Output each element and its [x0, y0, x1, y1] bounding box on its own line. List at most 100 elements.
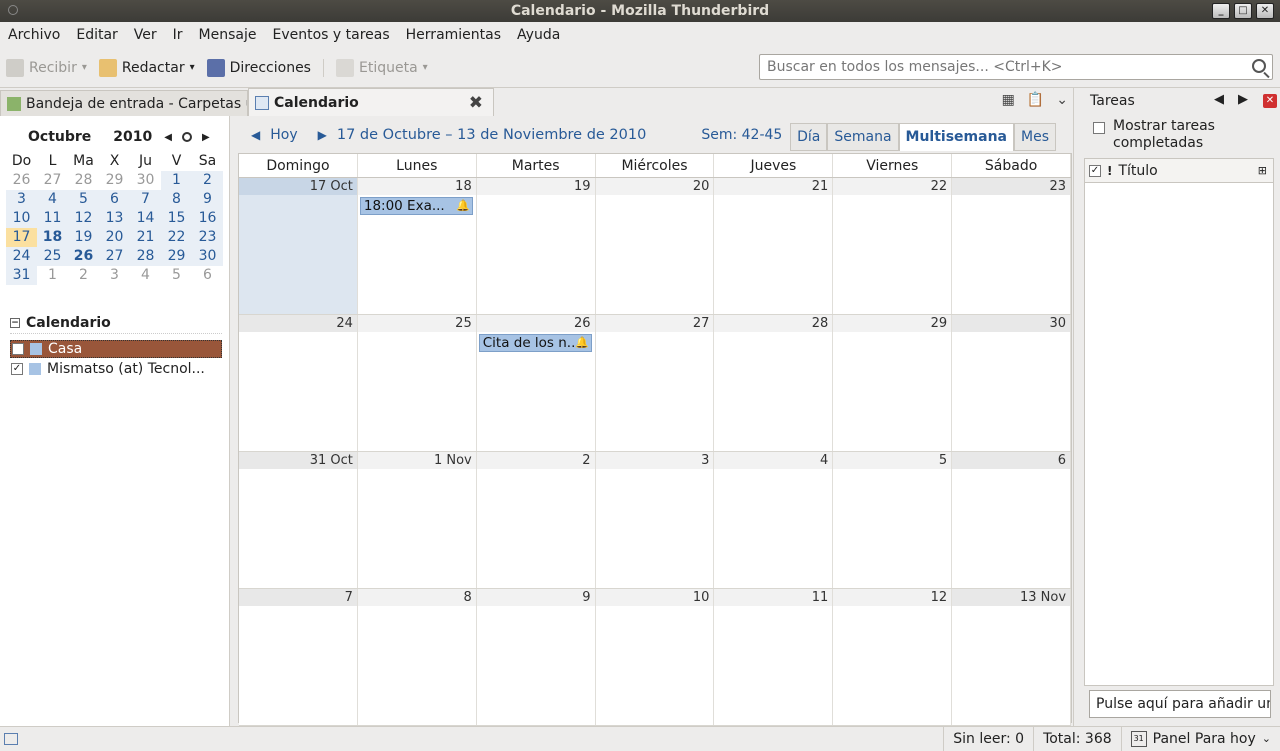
mini-month-day[interactable]: 11 [37, 209, 68, 228]
day-cell[interactable]: 23 [952, 178, 1072, 314]
prev-period-icon[interactable]: ◀ [251, 128, 260, 142]
day-cell[interactable]: 3 [595, 452, 715, 588]
mini-month-day[interactable]: 26 [68, 247, 99, 266]
status-icon[interactable] [4, 732, 18, 745]
calendar-event[interactable]: Cita de los n... 🔔 [478, 334, 592, 352]
menu-editar[interactable]: Editar [76, 27, 117, 43]
mini-month-day[interactable]: 28 [130, 247, 161, 266]
show-completed-checkbox[interactable] [1093, 122, 1105, 134]
mini-month-day[interactable]: 30 [192, 247, 223, 266]
tab-month[interactable]: Mes [1014, 123, 1056, 151]
mini-month-day[interactable]: 20 [99, 228, 130, 247]
close-tab-icon[interactable]: ✖ [469, 93, 483, 113]
address-book-button[interactable]: Direcciones [206, 58, 311, 77]
mini-month-day[interactable]: 26 [6, 171, 37, 190]
collapse-icon[interactable]: − [10, 317, 20, 328]
calendar-item-mismatso[interactable]: ✓ Mismatso (at) Tecnol... [10, 360, 222, 378]
day-cell[interactable]: 26 Cita de los n... 🔔 [476, 315, 596, 451]
mini-month-day[interactable]: 28 [68, 171, 99, 190]
mini-month-day[interactable]: 16 [192, 209, 223, 228]
mini-month-day[interactable]: 30 [130, 171, 161, 190]
mini-month-day[interactable]: 2 [68, 266, 99, 285]
calendar-checkbox[interactable] [12, 343, 24, 355]
mini-month-day[interactable]: 3 [99, 266, 130, 285]
mini-month-day[interactable]: 18 [37, 228, 68, 247]
today-circle-icon[interactable] [181, 132, 192, 142]
mini-month-day[interactable]: 22 [161, 228, 192, 247]
day-cell[interactable]: 30 [952, 315, 1072, 451]
completed-column-icon[interactable]: ✓ [1089, 164, 1101, 177]
menu-mensaje[interactable]: Mensaje [199, 27, 257, 43]
day-cell[interactable]: 7 [239, 589, 358, 725]
day-cell[interactable]: 9 [476, 589, 596, 725]
day-cell[interactable]: 12 [833, 589, 953, 725]
calendar-view-icon[interactable]: ▦ [1002, 92, 1015, 108]
mini-month-day[interactable]: 6 [99, 190, 130, 209]
mini-month-day[interactable]: 12 [68, 209, 99, 228]
mini-month-day[interactable]: 24 [6, 247, 37, 266]
day-cell[interactable]: 31 Oct [239, 452, 358, 588]
day-cell[interactable]: 29 [833, 315, 953, 451]
menu-ayuda[interactable]: Ayuda [517, 27, 560, 43]
tab-inbox[interactable]: Bandeja de entrada - Carpetas u... [0, 90, 248, 116]
task-view-icon[interactable]: 📋 [1027, 92, 1044, 108]
mini-month-day[interactable]: 25 [37, 247, 68, 266]
search-icon[interactable] [1252, 59, 1266, 73]
day-cell[interactable]: 25 [357, 315, 477, 451]
maximize-button[interactable]: □ [1234, 3, 1252, 19]
mini-month-name[interactable]: Octubre [28, 129, 91, 145]
menu-ir[interactable]: Ir [173, 27, 183, 43]
mini-month-day[interactable]: 7 [130, 190, 161, 209]
tab-calendar[interactable]: Calendario ✖ [248, 88, 494, 116]
get-mail-button[interactable]: Recibir ▾ [6, 58, 87, 77]
day-cell[interactable]: 2 [476, 452, 596, 588]
tab-day[interactable]: Día [790, 123, 828, 151]
prev-month-icon[interactable]: ◀ [164, 132, 172, 143]
day-cell[interactable]: 21 [714, 178, 834, 314]
day-cell[interactable]: 11 [714, 589, 834, 725]
mini-month-day[interactable]: 3 [6, 190, 37, 209]
calendar-checkbox[interactable]: ✓ [11, 363, 23, 375]
column-picker-icon[interactable]: ⊞ [1258, 164, 1267, 177]
chevron-down-icon[interactable]: ⌄ [1056, 92, 1068, 108]
mini-month-day[interactable]: 5 [68, 190, 99, 209]
mini-month-day[interactable]: 27 [37, 171, 68, 190]
mini-month-day[interactable]: 13 [99, 209, 130, 228]
right-splitter[interactable] [1073, 88, 1081, 726]
calendar-event[interactable]: 18:00 Exa... 🔔 [359, 197, 473, 215]
mini-month-day[interactable]: 9 [192, 190, 223, 209]
day-cell[interactable]: 5 [833, 452, 953, 588]
compose-button[interactable]: Redactar ▾ [98, 58, 195, 77]
mini-month-day[interactable]: 5 [161, 266, 192, 285]
tab-multiweek[interactable]: Multisemana [898, 123, 1014, 151]
show-completed-row[interactable]: Mostrar tareas completadas [1081, 114, 1280, 156]
day-cell[interactable]: 1 Nov [357, 452, 477, 588]
mini-month-day[interactable]: 4 [130, 266, 161, 285]
next-icon[interactable]: ▶ [1238, 92, 1248, 107]
menu-herramientas[interactable]: Herramientas [406, 27, 501, 43]
mini-month-day[interactable]: 8 [161, 190, 192, 209]
day-cell[interactable]: 10 [595, 589, 715, 725]
menu-ver[interactable]: Ver [134, 27, 157, 43]
day-cell[interactable]: 6 [952, 452, 1072, 588]
title-column-header[interactable]: Título [1118, 163, 1157, 179]
day-cell[interactable]: 28 [714, 315, 834, 451]
left-splitter[interactable] [230, 116, 237, 726]
today-pane-button[interactable]: 31 Panel Para hoy ⌄ [1120, 726, 1280, 751]
day-cell[interactable]: 19 [476, 178, 596, 314]
add-task-input[interactable]: Pulse aquí para añadir una [1089, 690, 1271, 718]
mini-month-day[interactable]: 2 [192, 171, 223, 190]
next-month-icon[interactable]: ▶ [202, 132, 210, 143]
day-cell[interactable]: 20 [595, 178, 715, 314]
next-period-icon[interactable]: ▶ [318, 128, 327, 142]
day-cell[interactable]: 13 Nov [952, 589, 1072, 725]
day-cell[interactable]: 8 [357, 589, 477, 725]
menu-archivo[interactable]: Archivo [8, 27, 60, 43]
calendar-item-casa[interactable]: Casa [10, 340, 222, 358]
minimize-button[interactable]: _ [1212, 3, 1230, 19]
mini-month-day[interactable]: 14 [130, 209, 161, 228]
prev-icon[interactable]: ◀ [1214, 92, 1224, 107]
mini-month-day[interactable]: 10 [6, 209, 37, 228]
search-input[interactable]: Buscar en todos los mensajes... <Ctrl+K> [759, 54, 1273, 80]
mini-month-day[interactable]: 19 [68, 228, 99, 247]
